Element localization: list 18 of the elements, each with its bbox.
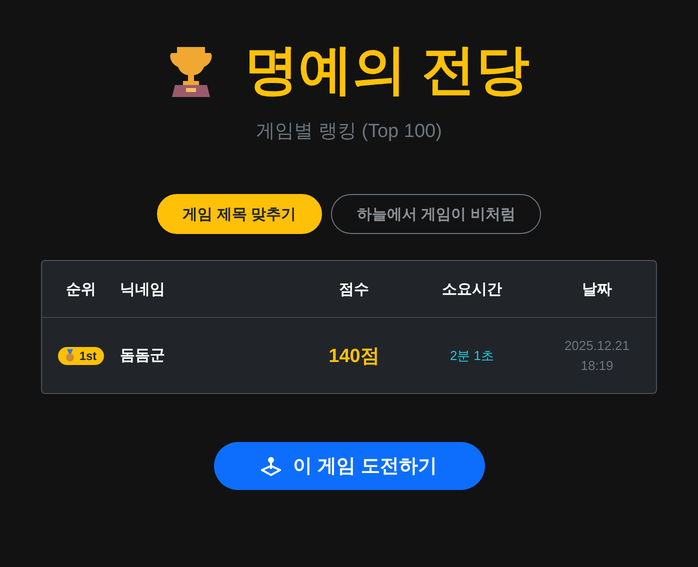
rank-text: 1st — [79, 348, 97, 362]
column-header: 날짜 — [582, 280, 612, 298]
column-header: 소요시간 — [442, 280, 502, 298]
game-tab[interactable]: 하늘에서 게임이 비처럼 — [331, 194, 542, 234]
joystick-icon — [261, 456, 282, 476]
medal-icon — [65, 349, 76, 362]
column-header: 점수 — [339, 280, 369, 298]
elapsed-time: 2분 1초 — [450, 346, 494, 364]
page-title: 명예의 전당 — [244, 39, 530, 102]
column-header: 닉네임 — [120, 280, 165, 298]
time-of-day: 18:19 — [564, 356, 630, 376]
date: 2025.12.21 — [564, 336, 630, 354]
nickname: 돔돔군 — [120, 346, 165, 365]
play-button[interactable]: 이 게임 도전하기 — [214, 442, 484, 490]
subtitle: 게임별 랭킹 (Top 100) — [256, 120, 442, 144]
column-header: 순위 — [66, 280, 96, 298]
game-tab[interactable]: 게임 제목 맞추기 — [156, 194, 322, 234]
score: 140점 — [328, 344, 380, 368]
